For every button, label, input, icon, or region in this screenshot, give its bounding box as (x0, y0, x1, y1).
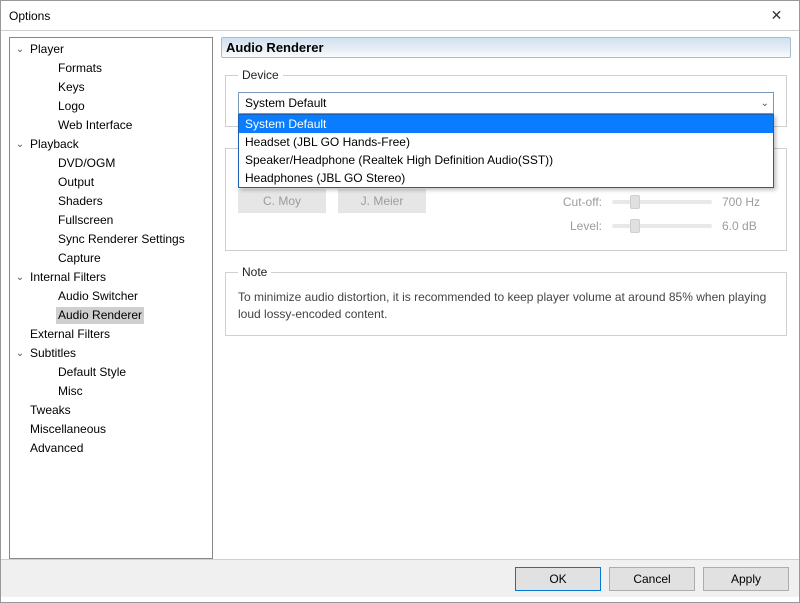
apply-button[interactable]: Apply (703, 567, 789, 591)
tree-item-label: Capture (56, 250, 103, 267)
tree-item-default-style[interactable]: Default Style (10, 363, 212, 382)
tree-item-label: Web Interface (56, 117, 134, 134)
device-option[interactable]: Speaker/Headphone (Realtek High Definiti… (239, 151, 773, 169)
tree-item-output[interactable]: Output (10, 173, 212, 192)
tree-item-web-interface[interactable]: Web Interface (10, 116, 212, 135)
device-combobox[interactable]: System Default ⌄ (238, 92, 774, 114)
tree-item-label: DVD/OGM (56, 155, 117, 172)
level-label: Level: (552, 219, 602, 233)
tree-item-subtitles[interactable]: ⌄Subtitles (10, 344, 212, 363)
tree-item-label: Logo (56, 98, 87, 115)
tree-item-label: Fullscreen (56, 212, 115, 229)
tree-item-formats[interactable]: Formats (10, 59, 212, 78)
close-icon: ✕ (771, 7, 783, 24)
tree-item-label: Subtitles (28, 345, 78, 362)
titlebar: Options ✕ (1, 1, 799, 31)
nav-tree[interactable]: ⌄PlayerFormatsKeysLogoWeb Interface⌄Play… (9, 37, 213, 559)
tree-item-label: Internal Filters (28, 269, 108, 286)
chevron-down-icon: ⌄ (761, 98, 769, 109)
close-button[interactable]: ✕ (754, 1, 799, 30)
tree-item-label: Audio Renderer (56, 307, 144, 324)
tree-item-label: Miscellaneous (28, 421, 108, 438)
tree-item-label: Default Style (56, 364, 128, 381)
tree-item-player[interactable]: ⌄Player (10, 40, 212, 59)
tree-item-label: Formats (56, 60, 104, 77)
settings-panel: Audio Renderer Device System Default ⌄ S… (221, 37, 791, 559)
tree-item-label: Advanced (28, 440, 85, 457)
tree-item-label: Misc (56, 383, 85, 400)
tree-item-label: Player (28, 41, 66, 58)
tree-item-shaders[interactable]: Shaders (10, 192, 212, 211)
note-group: Note To minimize audio distortion, it is… (225, 265, 787, 336)
jmeier-button: J. Meier (338, 189, 426, 213)
tree-item-playback[interactable]: ⌄Playback (10, 135, 212, 154)
dialog-button-bar: OK Cancel Apply (1, 559, 799, 597)
window-title: Options (9, 9, 50, 23)
chevron-down-icon[interactable]: ⌄ (14, 345, 26, 362)
level-slider (612, 224, 712, 228)
ok-button[interactable]: OK (515, 567, 601, 591)
tree-item-label: Keys (56, 79, 87, 96)
chevron-down-icon[interactable]: ⌄ (14, 136, 26, 153)
tree-item-logo[interactable]: Logo (10, 97, 212, 116)
tree-item-dvd-ogm[interactable]: DVD/OGM (10, 154, 212, 173)
chevron-down-icon[interactable]: ⌄ (14, 41, 26, 58)
device-option[interactable]: Headphones (JBL GO Stereo) (239, 169, 773, 187)
tree-item-external-filters[interactable]: External Filters (10, 325, 212, 344)
device-legend: Device (238, 68, 283, 82)
device-option[interactable]: System Default (239, 115, 773, 133)
device-selected: System Default (245, 96, 326, 110)
tree-item-label: Output (56, 174, 96, 191)
tree-item-label: Audio Switcher (56, 288, 140, 305)
cancel-button[interactable]: Cancel (609, 567, 695, 591)
tree-item-label: External Filters (28, 326, 112, 343)
tree-item-fullscreen[interactable]: Fullscreen (10, 211, 212, 230)
note-legend: Note (238, 265, 271, 279)
device-dropdown[interactable]: System DefaultHeadset (JBL GO Hands-Free… (238, 114, 774, 188)
tree-item-misc[interactable]: Misc (10, 382, 212, 401)
tree-item-sync-renderer-settings[interactable]: Sync Renderer Settings (10, 230, 212, 249)
tree-item-capture[interactable]: Capture (10, 249, 212, 268)
device-option[interactable]: Headset (JBL GO Hands-Free) (239, 133, 773, 151)
tree-item-audio-renderer[interactable]: Audio Renderer (10, 306, 212, 325)
tree-item-keys[interactable]: Keys (10, 78, 212, 97)
tree-item-label: Shaders (56, 193, 105, 210)
cutoff-label: Cut-off: (552, 195, 602, 209)
tree-item-audio-switcher[interactable]: Audio Switcher (10, 287, 212, 306)
cutoff-slider (612, 200, 712, 204)
tree-item-advanced[interactable]: Advanced (10, 439, 212, 458)
cmoy-button: C. Moy (238, 189, 326, 213)
panel-title: Audio Renderer (221, 37, 791, 58)
note-text: To minimize audio distortion, it is reco… (238, 289, 774, 323)
device-group: Device System Default ⌄ System DefaultHe… (225, 68, 787, 127)
tree-item-label: Playback (28, 136, 81, 153)
tree-item-internal-filters[interactable]: ⌄Internal Filters (10, 268, 212, 287)
tree-item-tweaks[interactable]: Tweaks (10, 401, 212, 420)
tree-item-label: Tweaks (28, 402, 73, 419)
tree-item-miscellaneous[interactable]: Miscellaneous (10, 420, 212, 439)
tree-item-label: Sync Renderer Settings (56, 231, 187, 248)
cutoff-value: 700 Hz (722, 195, 772, 209)
chevron-down-icon[interactable]: ⌄ (14, 269, 26, 286)
level-value: 6.0 dB (722, 219, 772, 233)
